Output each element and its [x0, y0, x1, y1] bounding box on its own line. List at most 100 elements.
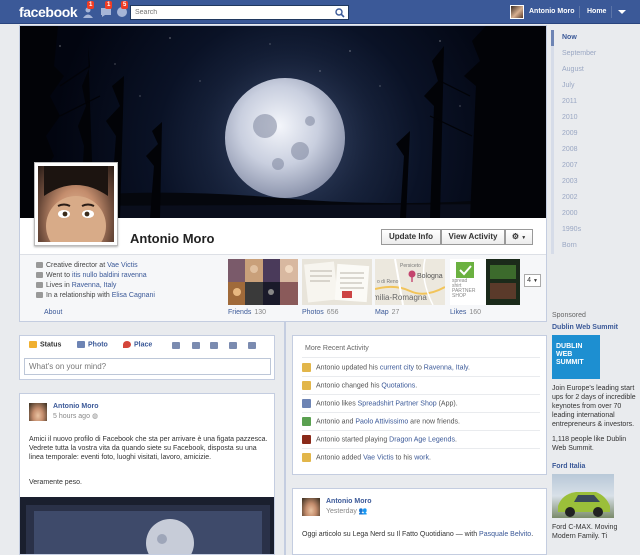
home-icon[interactable]	[210, 342, 218, 349]
gear-icon: ⚙	[511, 232, 519, 241]
notifications-count: 5	[121, 1, 129, 9]
timeline-nav: Now September August July 2011 2010 2009…	[551, 30, 640, 254]
ad-title[interactable]: Dublin Web Summit	[552, 323, 637, 332]
chevron-down-icon[interactable]	[618, 10, 626, 14]
messages-icon[interactable]: 1	[100, 1, 113, 18]
timeline-year[interactable]: August	[551, 62, 640, 78]
ad-image[interactable]: DUBLIN WEB SUMMIT	[552, 335, 600, 379]
post-author[interactable]: Antonio Moro	[326, 498, 372, 505]
timeline-year[interactable]: 2011	[551, 94, 640, 110]
friends-label[interactable]: Friends 130	[228, 309, 266, 316]
search-input[interactable]	[131, 6, 331, 19]
settings-button[interactable]: ⚙ ▼	[505, 229, 533, 245]
avatar[interactable]	[29, 403, 47, 421]
ad-text: Ford C-MAX. Moving Modern Family. Ti	[552, 524, 618, 540]
facebook-logo[interactable]: facebook	[19, 4, 78, 20]
timeline-year[interactable]: September	[551, 46, 640, 62]
about-link[interactable]: About	[44, 309, 62, 316]
activity-link[interactable]: Ravenna, Italy	[424, 364, 468, 371]
ad-title[interactable]: Ford Italia	[552, 462, 637, 471]
activity-item: Antonio started playing Dragon Age Legen…	[302, 435, 457, 444]
friend-requests-icon[interactable]: 1	[82, 1, 95, 18]
view-activity-button[interactable]: View Activity	[441, 229, 505, 245]
activity-link[interactable]: Paolo Attivissimo	[355, 418, 408, 425]
activity-link[interactable]: Vae Victis	[363, 454, 393, 461]
flag-icon[interactable]	[248, 342, 256, 349]
life-event-icon[interactable]	[172, 342, 180, 349]
info-relationship: In a relationship with Elisa Cagnani	[36, 292, 155, 299]
profile-picture[interactable]	[34, 162, 118, 246]
ad-social: 1,118 people like Dublin Web Summit.	[552, 436, 627, 452]
search-icon[interactable]	[335, 8, 345, 18]
work-link[interactable]: Vae Victis	[107, 262, 137, 269]
profile-name: Antonio Moro	[130, 231, 215, 246]
post-photo[interactable]	[20, 497, 274, 554]
timeline-year[interactable]: 2009	[551, 126, 640, 142]
game-icon	[302, 435, 311, 444]
activity-item: Antonio likes Spreadshirt Partner Shop (…	[302, 399, 458, 408]
relationship-link[interactable]: Elisa Cagnani	[112, 292, 155, 299]
avatar[interactable]	[510, 5, 524, 19]
friends-tile[interactable]	[228, 259, 298, 305]
tab-place[interactable]: Place	[123, 341, 152, 348]
pin-icon	[123, 341, 131, 348]
update-info-button[interactable]: Update Info	[381, 229, 441, 245]
activity-item: Antonio and Paolo Attivissimo are now fr…	[302, 417, 460, 426]
timeline-year[interactable]: 2002	[551, 190, 640, 206]
post-time[interactable]: Yesterday 👥	[326, 507, 368, 515]
timeline-year[interactable]: 2000	[551, 206, 640, 222]
tab-photo[interactable]: Photo	[77, 341, 108, 348]
tab-status[interactable]: Status	[29, 341, 61, 348]
education-link[interactable]: itis nullo baldini ravenna	[72, 272, 147, 279]
photos-label[interactable]: Photos 656	[302, 309, 338, 316]
activity-link[interactable]: Quotations	[381, 382, 415, 389]
photo-icon	[77, 341, 85, 348]
map-tile[interactable]: Persiceto o di Reno Bologna milia-Romagn…	[375, 259, 445, 305]
health-icon[interactable]	[229, 342, 237, 349]
activity-link[interactable]: current city	[380, 364, 414, 371]
notifications-icon[interactable]: 5	[116, 1, 129, 18]
photos-tile[interactable]	[302, 259, 372, 305]
more-tiles-button[interactable]: 4 ▼	[524, 274, 541, 287]
like-icon	[302, 399, 311, 408]
divider	[302, 357, 540, 358]
likes-tile[interactable]: spread shirt PARTNER SHOP	[450, 259, 520, 305]
divider	[302, 394, 540, 395]
timeline-year[interactable]: 2010	[551, 110, 640, 126]
post-author[interactable]: Antonio Moro	[53, 403, 99, 410]
timeline-year[interactable]: 2007	[551, 158, 640, 174]
profile-link[interactable]: Antonio Moro	[529, 8, 575, 15]
friends-icon: 👥	[358, 508, 368, 515]
work-icon[interactable]	[192, 342, 200, 349]
timeline-year[interactable]: 2008	[551, 142, 640, 158]
timeline-year[interactable]: 2003	[551, 174, 640, 190]
status-input[interactable]: What's on your mind?	[24, 358, 271, 375]
location-link[interactable]: Ravenna, Italy	[72, 282, 117, 289]
timeline-year[interactable]: July	[551, 78, 640, 94]
likes-label[interactable]: Likes 160	[450, 309, 481, 316]
friends-icon	[302, 417, 311, 426]
activity-link[interactable]: work	[414, 454, 429, 461]
divider	[302, 376, 540, 377]
info-work: Creative director at Vae Victis	[36, 262, 138, 269]
ad-image[interactable]	[552, 474, 614, 518]
timeline-now[interactable]: Now	[551, 30, 640, 46]
post-time[interactable]: 5 hours ago ◍	[53, 412, 98, 420]
timeline-year[interactable]: 1990s	[551, 222, 640, 238]
map-place-label: o di Reno	[377, 279, 399, 285]
divider	[611, 6, 612, 18]
timeline-spine	[284, 322, 286, 555]
home-link[interactable]: Home	[587, 8, 606, 15]
tagged-user-link[interactable]: Pasquale Belvito	[479, 531, 531, 538]
activity-link[interactable]: Dragon Age Legends	[389, 436, 455, 443]
avatar[interactable]	[302, 498, 320, 516]
map-region-label: milia-Romagna	[375, 293, 427, 302]
pencil-icon	[302, 453, 311, 462]
timeline-born[interactable]: Born	[551, 238, 640, 254]
status-composer: Status Photo Place What's on your mind?	[19, 335, 275, 380]
map-label[interactable]: Map 27	[375, 309, 399, 316]
chevron-down-icon: ▼	[521, 235, 527, 241]
map-city-label: Bologna	[417, 273, 443, 280]
activity-link[interactable]: Spreadshirt Partner Shop	[358, 400, 437, 407]
graduation-icon	[36, 272, 43, 279]
